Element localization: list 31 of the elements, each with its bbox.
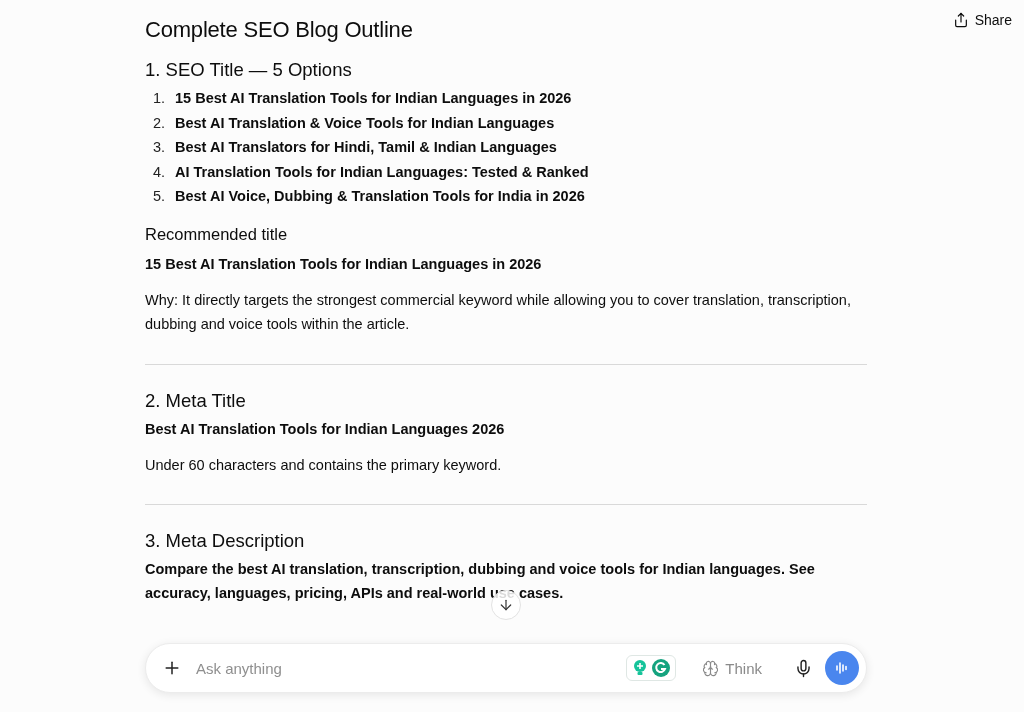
paragraph: Why: It directly targets the strongest commercial keyword while allowing you to cover translation, transcription, dubbing and voice tools within the article.	[145, 290, 852, 334]
think-button[interactable]: Think	[694, 655, 770, 681]
voice-mode-button[interactable]	[825, 651, 859, 685]
list-item-text: 15 Best AI Translation Tools for Indian Languages in 2026	[175, 89, 572, 108]
waveform-icon	[835, 661, 849, 675]
list-number: 5.	[153, 187, 167, 206]
section-heading: 3. Meta Description	[145, 529, 306, 553]
section-heading: 1. SEO Title — 5 Options	[145, 58, 353, 82]
bold-paragraph: Best AI Translation Tools for Indian Languages 2026	[145, 419, 506, 439]
message-input[interactable]: Ask anything	[194, 658, 619, 678]
subheading: Recommended title	[145, 223, 289, 245]
scroll-down-button[interactable]	[491, 590, 521, 620]
brain-icon	[702, 659, 720, 677]
list-item-text: Best AI Voice, Dubbing & Translation Tools for India in 2026	[175, 187, 585, 206]
list-item-text: AI Translation Tools for Indian Languages: Tested & Ranked	[175, 162, 589, 182]
list-item-text: Best AI Translators for Hindi, Tamil & Indian Languages	[175, 138, 557, 157]
list-number: 4.	[153, 162, 167, 182]
paragraph: Under 60 characters and contains the primary keyword.	[145, 455, 503, 475]
share-icon	[952, 12, 969, 28]
circle-letter-icon	[651, 658, 672, 678]
list-item-text: Best AI Translation & Voice Tools for Indian Languages	[175, 113, 555, 133]
bold-paragraph: 15 Best AI Translation Tools for Indian Languages in 2026	[145, 254, 543, 274]
page-heading: Complete SEO Blog Outline	[145, 16, 414, 44]
bold-paragraph: Compare the best AI translation, transcription, dubbing and voice tools for Indian languages. See accuracy, languages, pricing, APIs and real-world use cases.	[145, 560, 816, 603]
section-heading: 2. Meta Title	[145, 388, 247, 413]
list-number: 1.	[153, 89, 167, 108]
microphone-icon	[794, 658, 813, 678]
list-number: 3.	[153, 138, 167, 157]
share-button[interactable]: Share	[950, 8, 1014, 32]
list-number: 2.	[153, 113, 167, 133]
extension-badge[interactable]	[626, 655, 677, 681]
